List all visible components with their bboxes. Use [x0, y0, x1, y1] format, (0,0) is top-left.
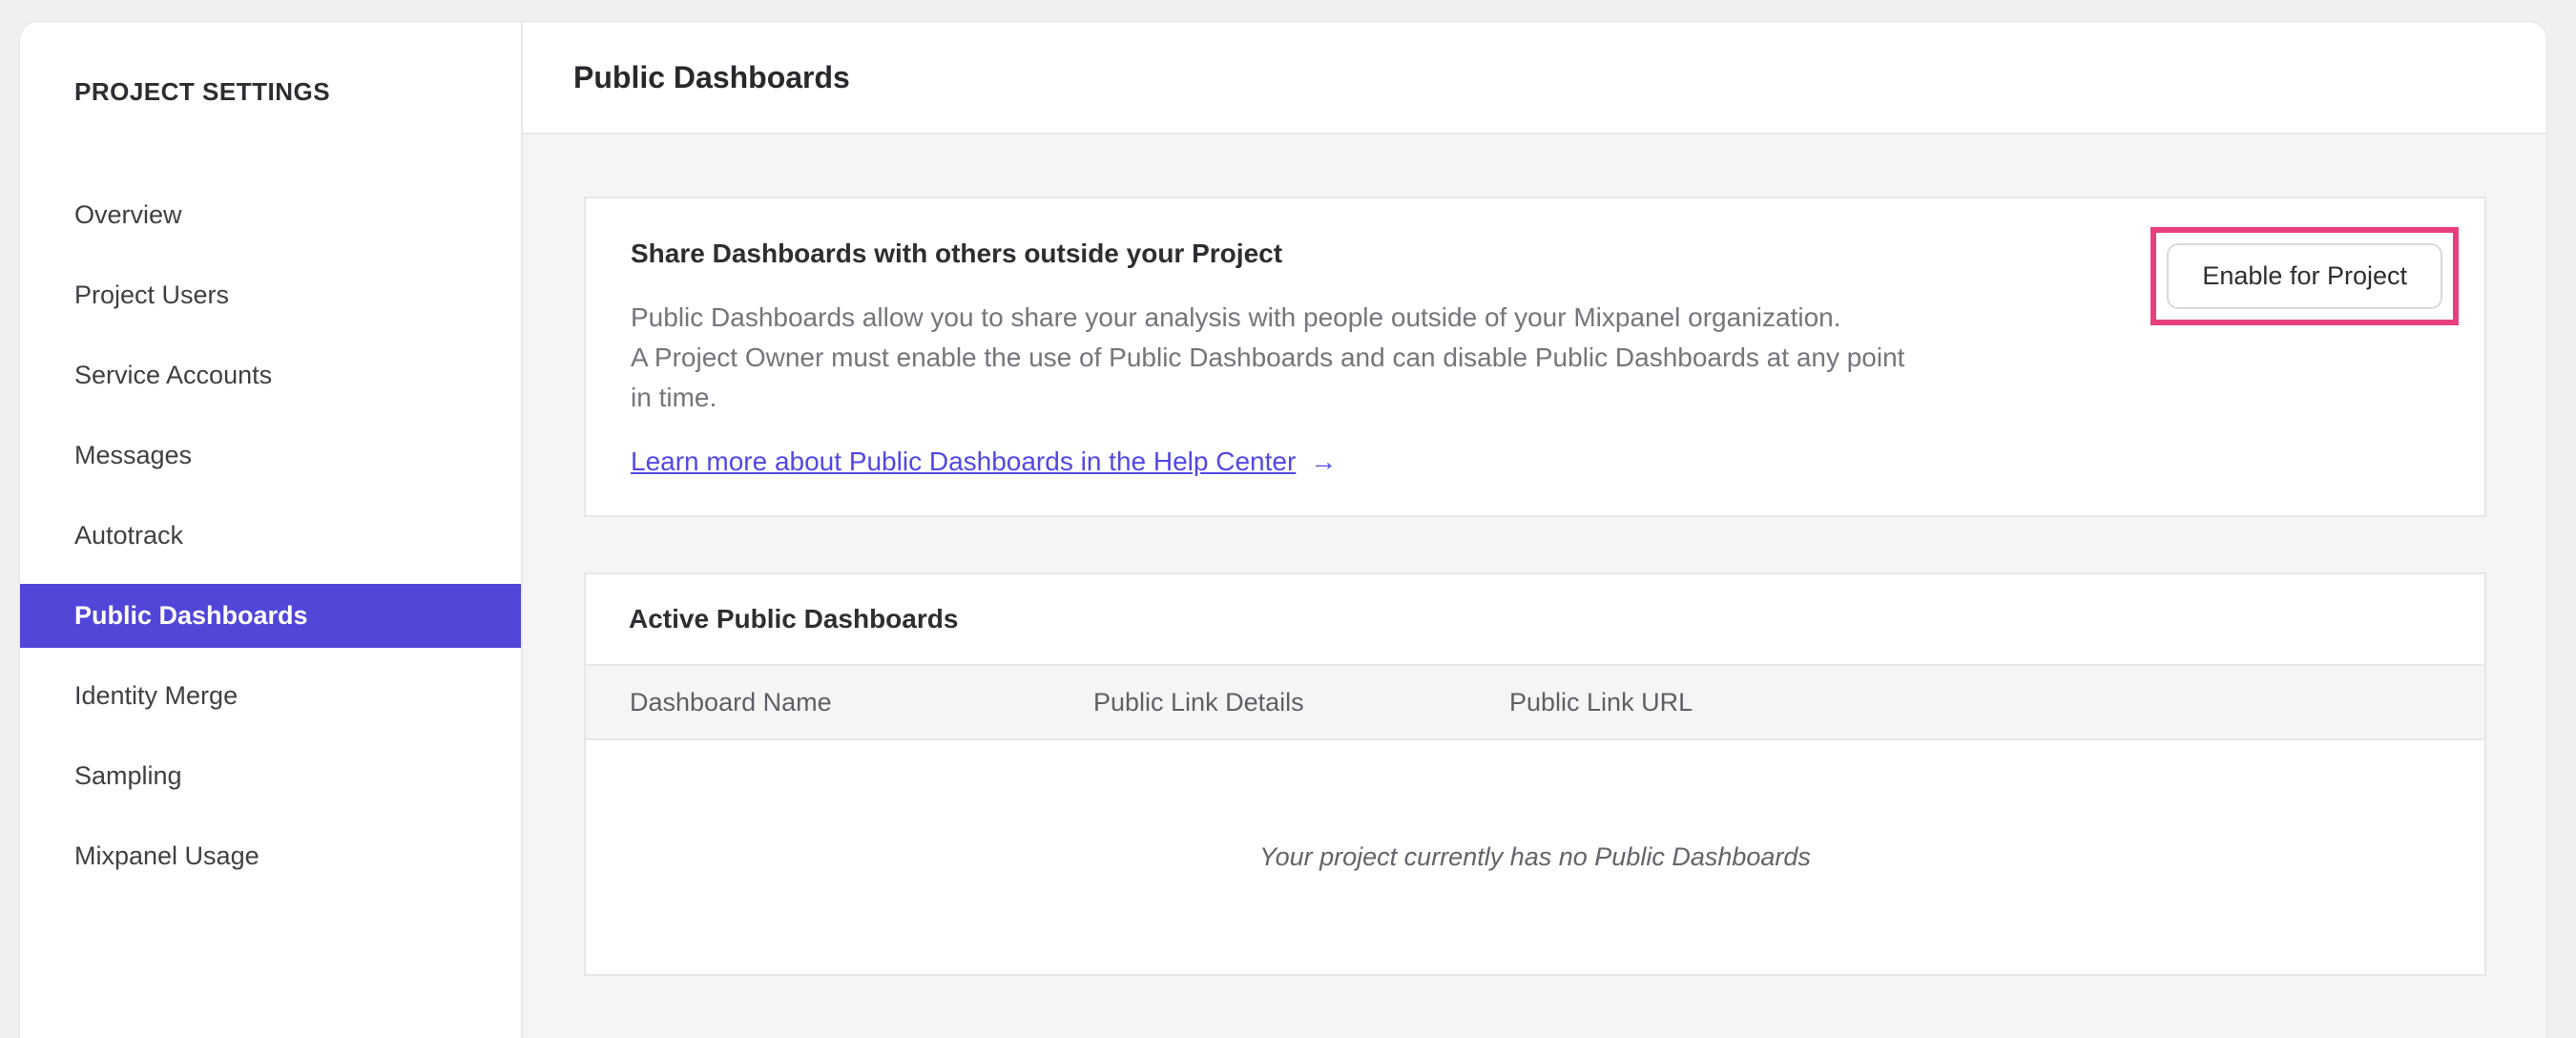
column-header-public-link-details: Public Link Details	[1093, 687, 1304, 716]
active-public-dashboards-card: Active Public Dashboards Dashboard Name …	[584, 572, 2486, 976]
arrow-right-icon: →	[1310, 446, 1338, 476]
share-card-description-line: A Project Owner must enable the use of P…	[631, 343, 1905, 372]
share-card-description-line: Public Dashboards allow you to share you…	[631, 302, 1841, 332]
page-content: Share Dashboards with others outside you…	[523, 135, 2546, 1038]
sidebar-item-public-dashboards[interactable]: Public Dashboards	[20, 584, 521, 648]
settings-sidebar: PROJECT SETTINGS Overview Project Users …	[20, 22, 523, 1038]
page-header: Public Dashboards	[523, 22, 2546, 135]
sidebar-item-project-users[interactable]: Project Users	[20, 263, 521, 327]
project-settings-window: PROJECT SETTINGS Overview Project Users …	[19, 21, 2547, 1038]
share-card-title: Share Dashboards with others outside you…	[631, 239, 1283, 268]
main-area: Public Dashboards Share Dashboards with …	[523, 22, 2546, 1038]
sidebar-item-mixpanel-usage[interactable]: Mixpanel Usage	[20, 824, 521, 888]
empty-state-message: Your project currently has no Public Das…	[1259, 842, 1811, 871]
sidebar-item-overview[interactable]: Overview	[20, 183, 521, 247]
help-center-link-row: Learn more about Public Dashboards in th…	[631, 446, 1904, 477]
share-dashboards-card: Share Dashboards with others outside you…	[584, 197, 2486, 517]
sidebar-item-autotrack[interactable]: Autotrack	[20, 504, 521, 568]
column-header-public-link-url: Public Link URL	[1509, 687, 1693, 716]
active-card-title-row: Active Public Dashboards	[586, 574, 2484, 664]
annotation-highlight-box: Enable for Project	[2150, 227, 2459, 325]
sidebar-item-sampling[interactable]: Sampling	[20, 744, 521, 808]
page-title: Public Dashboards	[573, 59, 850, 94]
column-header-dashboard-name: Dashboard Name	[630, 687, 832, 716]
sidebar-item-identity-merge[interactable]: Identity Merge	[20, 664, 521, 728]
active-card-title: Active Public Dashboards	[629, 604, 959, 633]
sidebar-item-messages[interactable]: Messages	[20, 424, 521, 488]
help-center-link[interactable]: Learn more about Public Dashboards in th…	[631, 446, 1296, 477]
enable-for-project-button[interactable]: Enable for Project	[2167, 243, 2442, 309]
dashboards-table-header: Dashboard Name Public Link Details Publi…	[586, 664, 2484, 740]
share-card-text-column: Share Dashboards with others outside you…	[631, 239, 1904, 477]
settings-nav: Overview Project Users Service Accounts …	[20, 183, 521, 888]
sidebar-title: PROJECT SETTINGS	[74, 77, 331, 106]
share-card-description: Public Dashboards allow you to share you…	[631, 298, 1904, 418]
sidebar-item-service-accounts[interactable]: Service Accounts	[20, 343, 521, 407]
share-card-description-line: in time.	[631, 383, 717, 412]
